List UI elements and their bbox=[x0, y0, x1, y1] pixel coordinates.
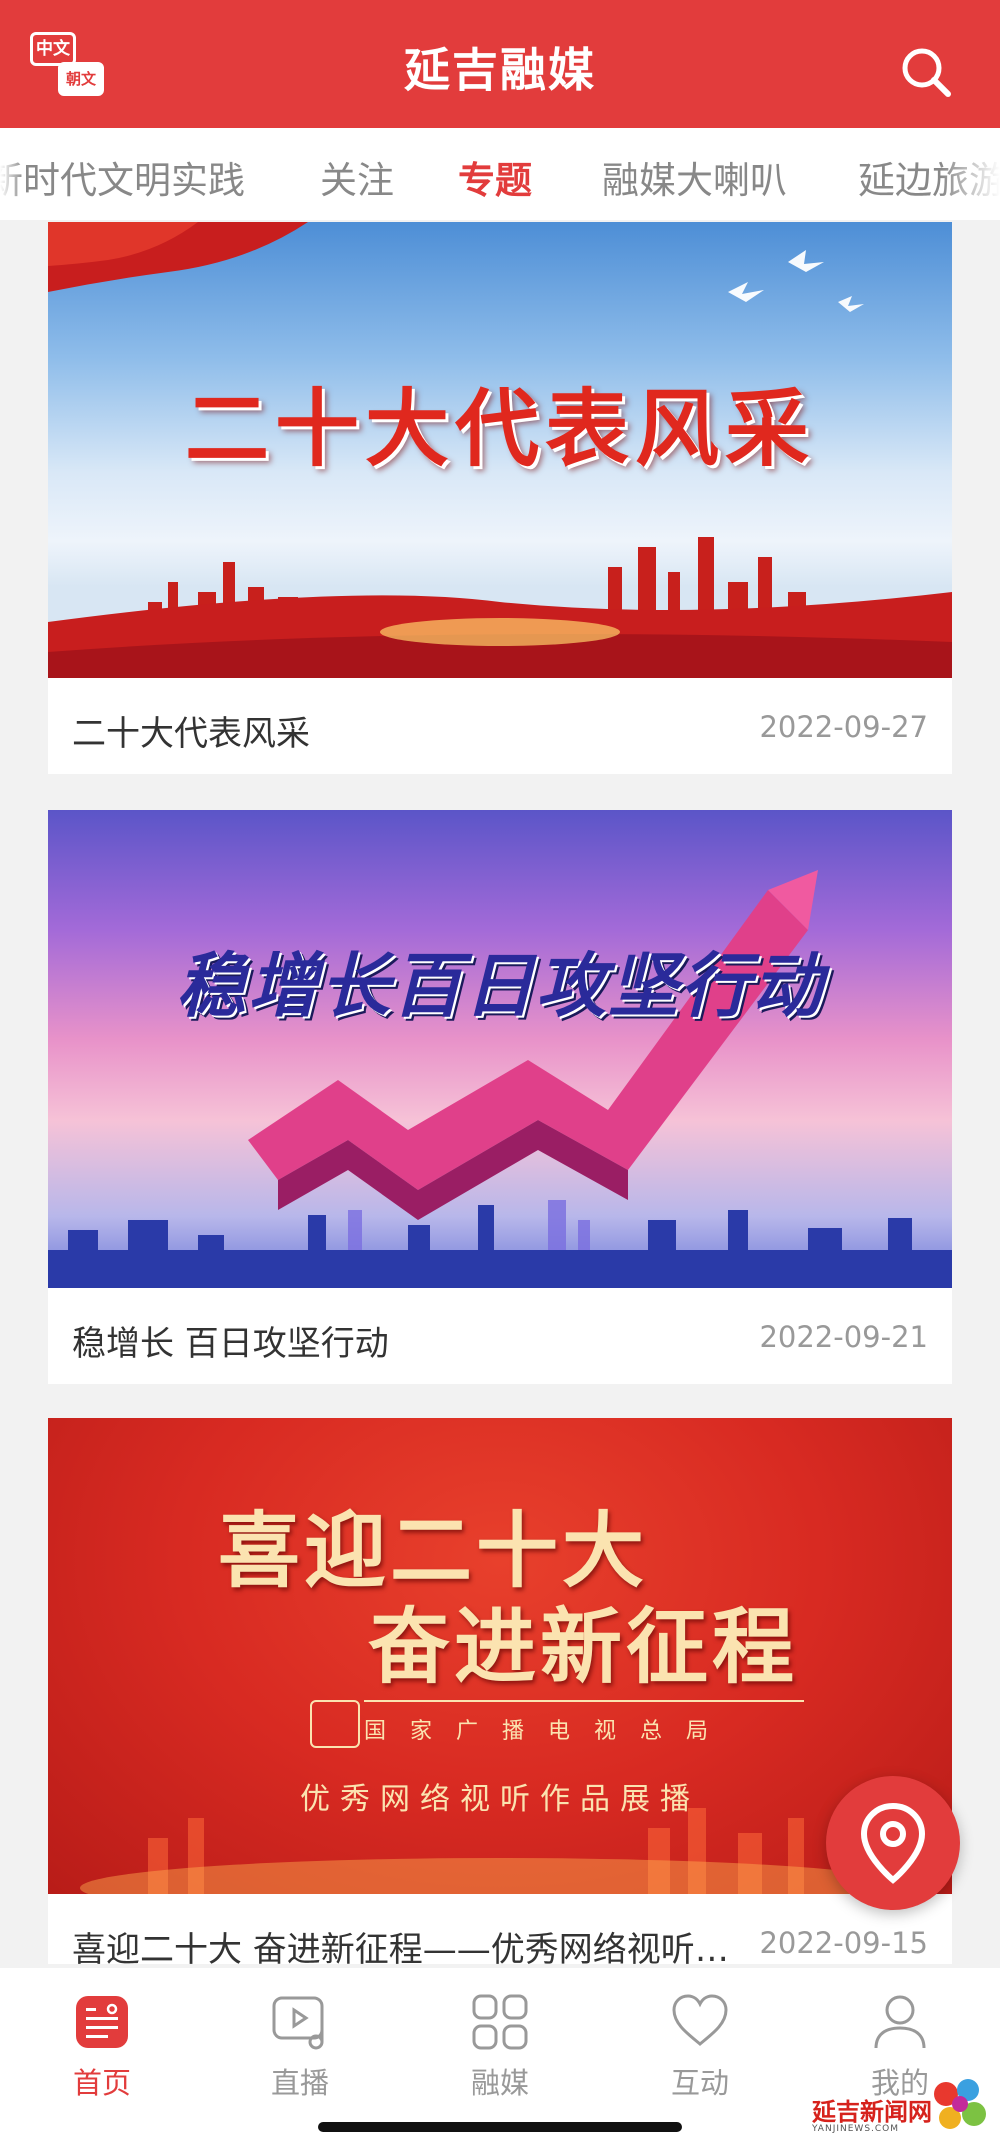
card-date: 2022-09-21 bbox=[759, 1320, 928, 1354]
banner-divider bbox=[364, 1700, 804, 1702]
search-icon[interactable] bbox=[898, 44, 954, 100]
nav-label: 互动 bbox=[670, 2066, 729, 2100]
nav-media[interactable]: 融媒 bbox=[430, 1984, 570, 2104]
card-date: 2022-09-27 bbox=[759, 710, 928, 744]
location-pin-icon bbox=[860, 1802, 926, 1884]
nav-home[interactable]: 首页 bbox=[32, 1984, 172, 2104]
home-indicator bbox=[318, 2122, 682, 2132]
topic-card[interactable]: 喜迎二十大 奋进新征程 国家广播电视总局 优秀网络视听作品展播 喜迎二十大 奋进… bbox=[48, 1418, 952, 1964]
watermark-text: 延吉新闻网 bbox=[812, 2097, 932, 2126]
home-icon bbox=[76, 1996, 128, 2048]
watermark-logo-icon bbox=[934, 2079, 986, 2129]
banner-subtitle: 优秀网络视听作品展播 bbox=[300, 1782, 700, 1817]
watermark-domain: YANJINEWS.COM bbox=[812, 2124, 900, 2134]
tab-civilization-practice[interactable]: 新时代文明实践 bbox=[0, 150, 245, 204]
nav-live[interactable]: 直播 bbox=[230, 1984, 370, 2104]
live-icon bbox=[272, 1996, 324, 2050]
heart-icon bbox=[672, 1994, 728, 2046]
nav-interaction[interactable]: 互动 bbox=[630, 1984, 770, 2104]
tab-media-loudspeaker[interactable]: 融媒大喇叭 bbox=[602, 150, 787, 204]
card-title: 喜迎二十大 奋进新征程——优秀网络视听作品展播 bbox=[72, 1930, 762, 1964]
tab-special-topics[interactable]: 专题 bbox=[458, 150, 532, 204]
topic-banner-image: 喜迎二十大 奋进新征程 国家广播电视总局 优秀网络视听作品展播 bbox=[48, 1418, 952, 1894]
card-title: 二十大代表风采 bbox=[72, 714, 310, 754]
category-tabs: 新时代文明实践 关注 专题 融媒大喇叭 延边旅游 bbox=[0, 128, 1000, 220]
banner-organization: 国家广播电视总局 bbox=[364, 1719, 733, 1744]
grid-icon bbox=[472, 1994, 528, 2050]
tab-follow[interactable]: 关注 bbox=[320, 150, 394, 204]
app-header: 中文 朝文 延吉融媒 bbox=[0, 0, 1000, 128]
broadcast-seal-logo bbox=[310, 1700, 360, 1748]
tabs-fade-left bbox=[0, 128, 24, 220]
nav-label: 融媒 bbox=[470, 2066, 529, 2100]
user-icon bbox=[874, 1995, 926, 2049]
topic-card[interactable]: 稳增长百日攻坚行动 稳增长 百日攻坚行动 2022-09-21 bbox=[48, 810, 952, 1384]
nav-label: 直播 bbox=[270, 2066, 329, 2100]
location-fab-button[interactable] bbox=[826, 1776, 960, 1910]
card-date: 2022-09-15 bbox=[759, 1926, 928, 1960]
site-watermark: 延吉新闻网 YANJINEWS.COM bbox=[808, 2074, 994, 2144]
banner-headline-line2: 奋进新征程 bbox=[368, 1599, 799, 1695]
banner-headline: 二十大代表风采 bbox=[184, 379, 815, 478]
topic-banner-image: 二十大代表风采 bbox=[48, 222, 952, 678]
card-title: 稳增长 百日攻坚行动 bbox=[72, 1324, 389, 1364]
banner-headline: 稳增长百日攻坚行动 bbox=[176, 944, 824, 1027]
app-title: 延吉融媒 bbox=[404, 43, 596, 97]
topic-banner-image: 稳增长百日攻坚行动 bbox=[48, 810, 952, 1288]
nav-label: 首页 bbox=[72, 2066, 131, 2100]
topic-card[interactable]: 二十大代表风采 二十大代表风采 2022-09-27 bbox=[48, 222, 952, 774]
tabs-fade-right bbox=[940, 128, 1000, 220]
